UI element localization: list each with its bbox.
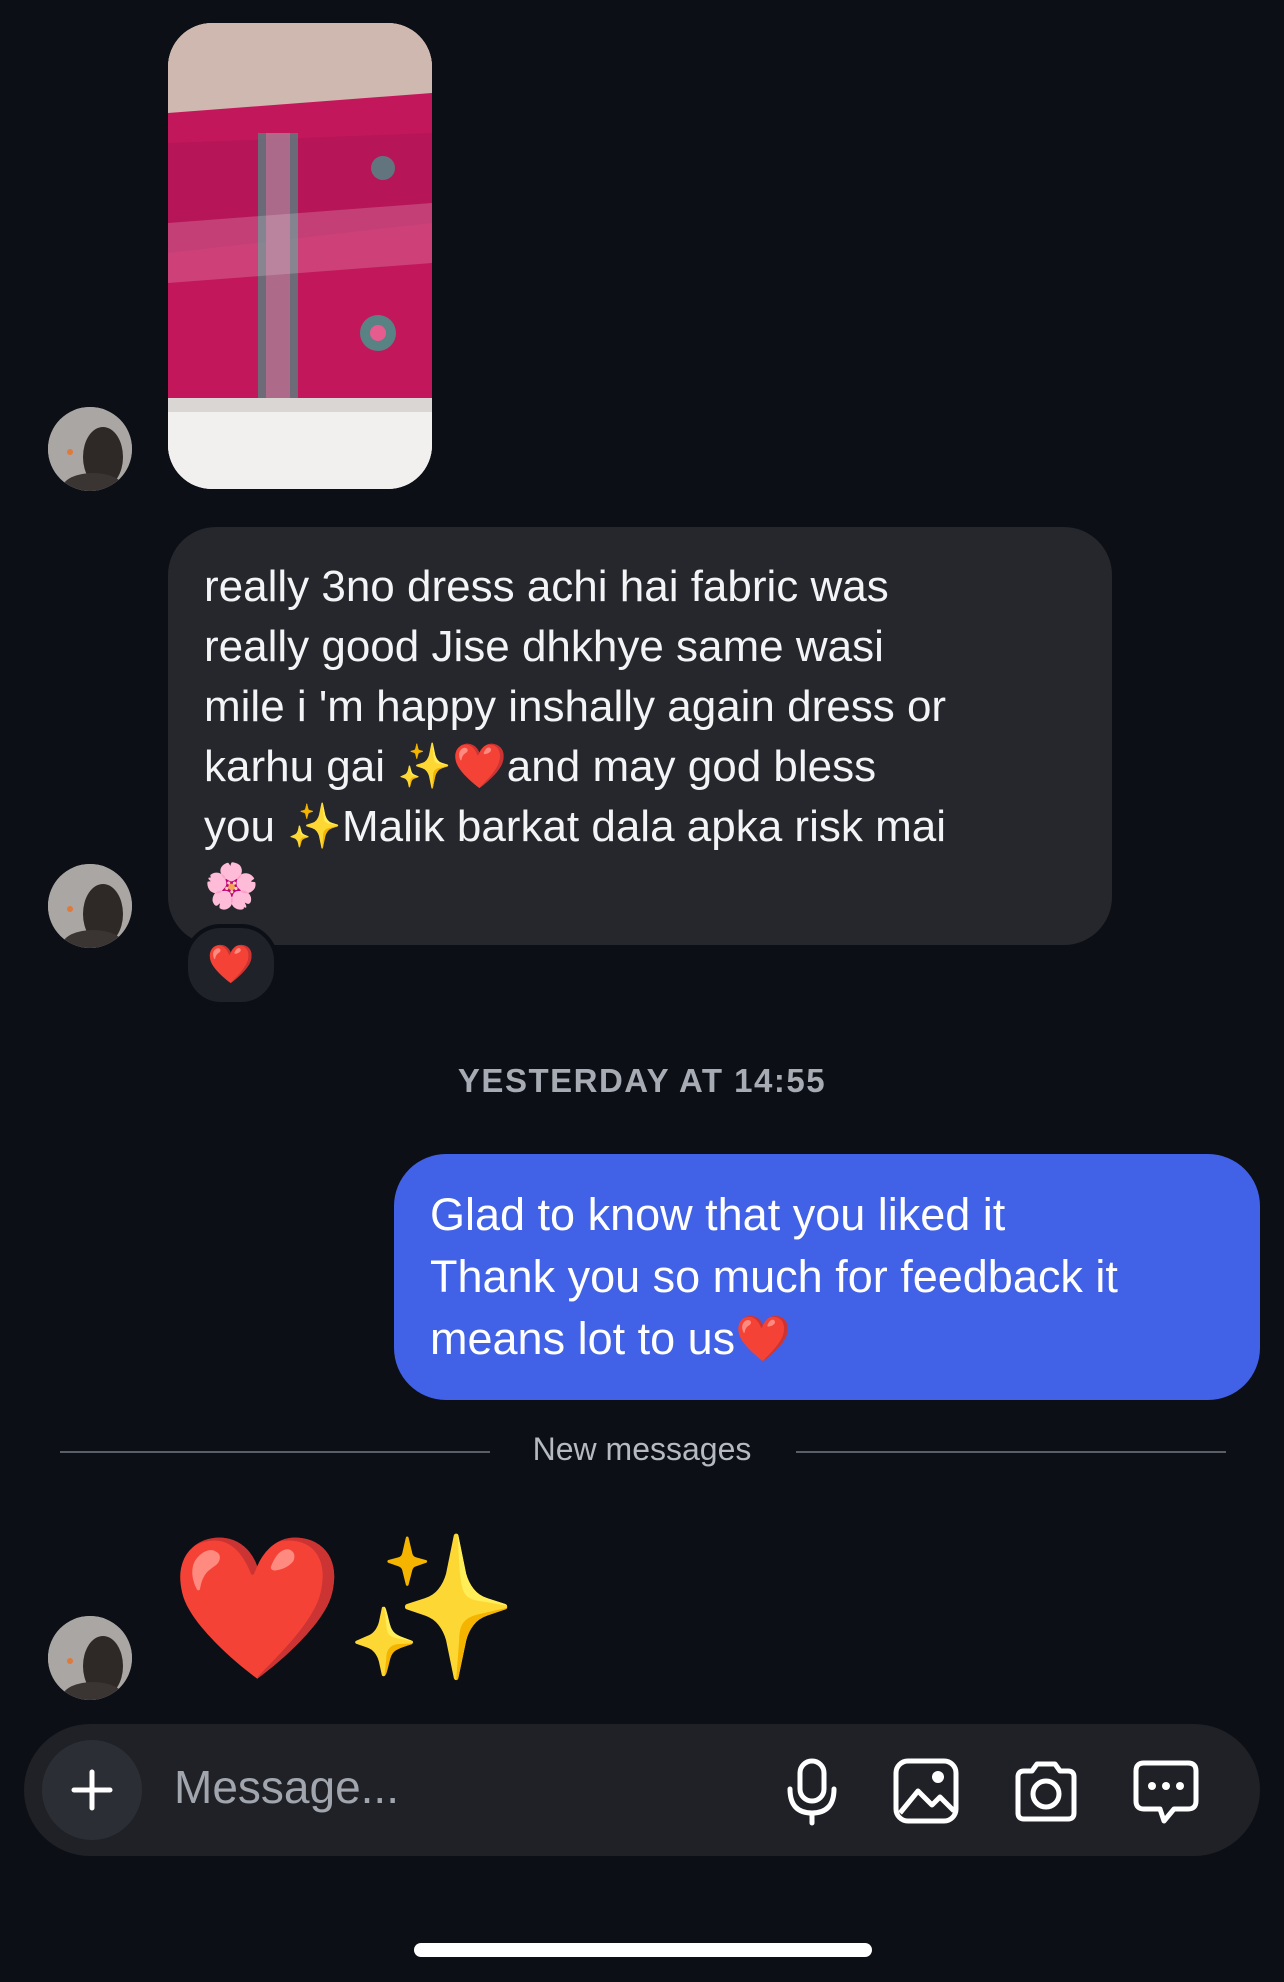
avatar-image [48,864,132,948]
new-messages-label: New messages [504,1431,780,1467]
microphone-icon [787,1758,837,1826]
add-attachment-button[interactable] [42,1740,142,1840]
sender-avatar[interactable] [48,407,132,491]
gallery-icon [893,1758,959,1824]
incoming-message-text: really 3no dress achi hai fabric was rea… [204,562,947,911]
sender-avatar[interactable] [48,864,132,948]
dress-photo-image [168,23,432,489]
avatar-image [48,1616,132,1700]
outgoing-message-text: Glad to know that you liked it Thank you… [430,1189,1118,1364]
sticker-chat-icon [1133,1760,1199,1824]
shared-photo[interactable] [168,23,432,489]
heart-reaction: ❤️ [207,944,255,986]
camera-button[interactable] [1010,1755,1082,1827]
avatar-image [48,407,132,491]
outgoing-message-bubble[interactable]: Glad to know that you liked it Thank you… [394,1154,1260,1400]
plus-icon [71,1769,113,1811]
message-input-placeholder: Message... [174,1761,399,1813]
gallery-button[interactable] [890,1755,962,1827]
sticker-chat-button[interactable] [1130,1755,1202,1827]
heart-reaction-badge[interactable]: ❤️ [184,924,278,1006]
message-input[interactable]: Message... [174,1760,399,1814]
home-indicator [414,1943,872,1957]
sender-avatar[interactable] [48,1616,132,1700]
emoji-message[interactable]: ❤️✨ [170,1538,519,1678]
new-messages-divider: New messages [0,1431,1284,1468]
incoming-message-bubble[interactable]: really 3no dress achi hai fabric was rea… [168,527,1112,945]
camera-icon [1015,1761,1077,1822]
voice-message-button[interactable] [776,1755,848,1827]
message-timestamp: YESTERDAY AT 14:55 [457,1062,827,1099]
